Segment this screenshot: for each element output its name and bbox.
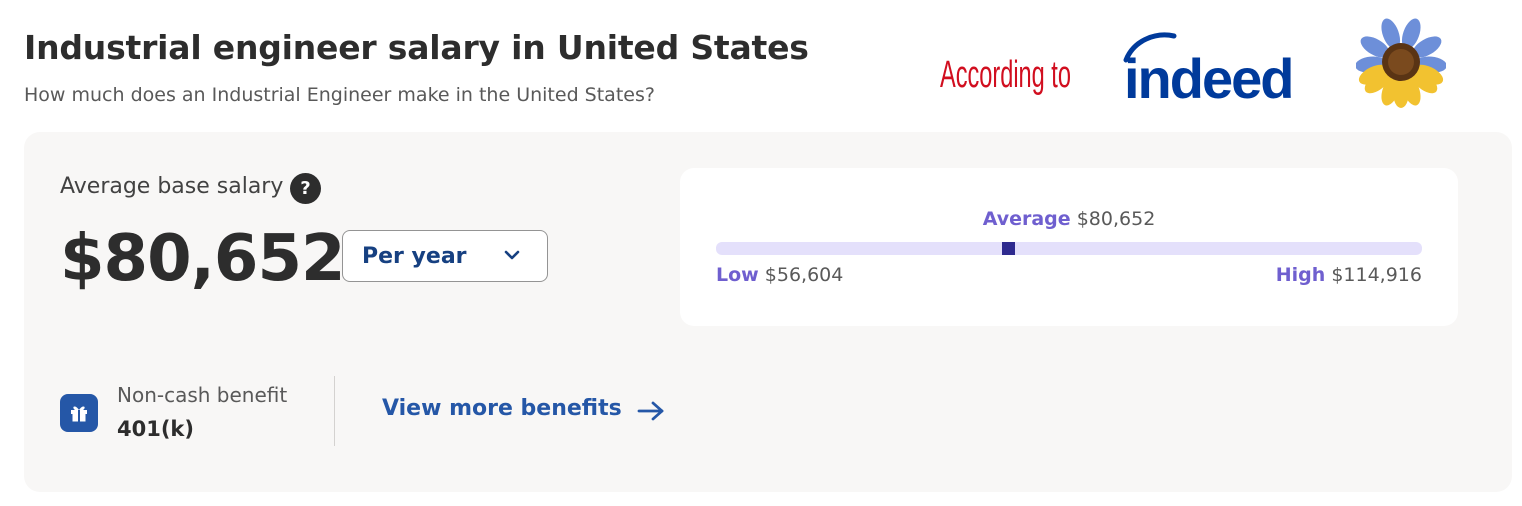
indeed-logo: indeed (1123, 32, 1294, 106)
average-salary-value: $80,652 (60, 222, 345, 296)
pay-period-select[interactable]: Per year (342, 230, 548, 282)
range-low-value: $56,604 (764, 264, 844, 286)
pay-period-label: Per year (362, 244, 467, 269)
range-high-label: High (1275, 264, 1326, 286)
salary-card: Average base salary ? $80,652 Per year A… (24, 132, 1512, 492)
page-subtitle: How much does an Industrial Engineer mak… (24, 84, 655, 106)
range-average: Average $80,652 (680, 208, 1458, 230)
benefit-value: 401(k) (117, 417, 194, 441)
average-marker (1001, 242, 1015, 255)
range-high: High $114,916 (1276, 264, 1422, 286)
page-title: Industrial engineer salary in United Sta… (24, 28, 809, 67)
sunflower-icon (1356, 18, 1446, 108)
range-high-value: $114,916 (1331, 264, 1422, 286)
arrow-right-icon[interactable] (636, 400, 666, 422)
svg-text:indeed: indeed (1124, 47, 1292, 106)
range-average-label: Average (982, 208, 1071, 230)
benefit-label: Non-cash benefit (117, 383, 288, 407)
range-low: Low $56,604 (716, 264, 843, 286)
range-average-value: $80,652 (1076, 208, 1156, 230)
range-low-label: Low (716, 264, 759, 286)
divider (334, 376, 335, 446)
attribution-banner: According to indeed (940, 12, 1460, 112)
view-more-benefits-link[interactable]: View more benefits (382, 396, 622, 421)
gift-icon (60, 394, 98, 432)
according-to-text: According to (940, 54, 1071, 96)
average-salary-label: Average base salary (60, 174, 284, 199)
chevron-down-icon (504, 250, 520, 260)
salary-range-panel: Average $80,652 Low $56,604 High $114,91… (680, 168, 1458, 326)
salary-range-bar (716, 242, 1422, 255)
help-icon[interactable]: ? (290, 173, 321, 204)
